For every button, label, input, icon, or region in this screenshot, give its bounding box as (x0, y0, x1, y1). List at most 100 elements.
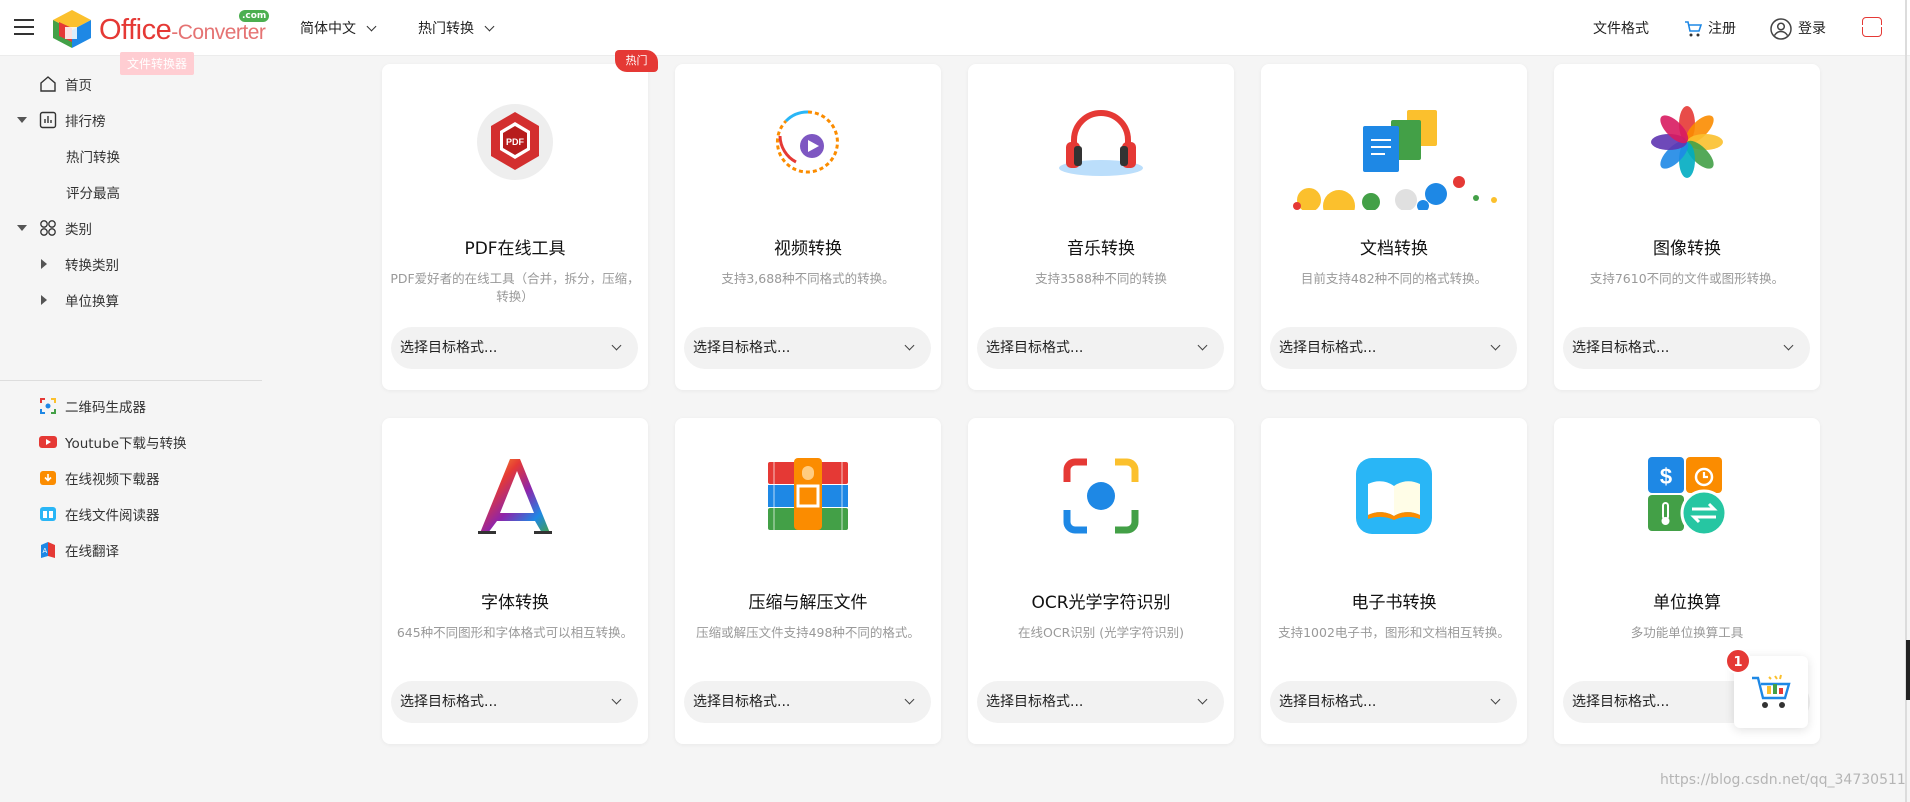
card-video[interactable]: 视频转换 支持3,688种不同格式的转换。 选择目标格式... (675, 64, 941, 390)
target-format-select[interactable]: 选择目标格式... (1563, 327, 1810, 369)
sidebar-item-home[interactable]: 首页 (39, 73, 92, 95)
popular-dropdown[interactable]: 热门转换 (418, 18, 495, 38)
select-label: 选择目标格式... (986, 694, 1084, 710)
sidebar-item-label: 在线视频下载器 (65, 472, 160, 488)
chevron-down-icon (1197, 340, 1208, 351)
qr-icon (40, 398, 56, 414)
login-link[interactable]: 登录 (1770, 18, 1826, 40)
register-link[interactable]: 注册 (1684, 18, 1736, 38)
cart-count-badge: 1 (1725, 648, 1751, 674)
select-label: 选择目标格式... (1572, 694, 1670, 710)
chevron-down-icon (484, 21, 495, 32)
site-logo[interactable]: Office-Converter .com (51, 6, 270, 50)
card-ebook[interactable]: 电子书转换 支持1002电子书，图形和文档相互转换。 选择目标格式... (1261, 418, 1527, 744)
documents-icon (1291, 86, 1499, 214)
svg-text:PDF: PDF (506, 137, 525, 147)
caret-down-icon (17, 117, 27, 123)
card-pdf[interactable]: PDF PDF在线工具 PDF爱好者的在线工具（合并，拆分，压缩，转换） 选择目… (382, 64, 648, 390)
target-format-select[interactable]: 选择目标格式... (1270, 327, 1517, 369)
svg-text:$: $ (1660, 464, 1672, 489)
video-download-icon (40, 471, 56, 485)
login-label: 登录 (1798, 21, 1826, 37)
chart-icon (39, 111, 57, 129)
caret-right-icon (41, 259, 47, 269)
card-title: 字体转换 (481, 593, 549, 613)
card-desc: 支持7610不同的文件或图形转换。 (1589, 271, 1785, 286)
sidebar-item-label: 单位换算 (65, 294, 119, 310)
card-image[interactable]: 图像转换 支持7610不同的文件或图形转换。 选择目标格式... (1554, 64, 1820, 390)
sidebar-item-label: Youtube下载与转换 (65, 436, 187, 452)
card-desc: 多功能单位换算工具 (1630, 625, 1744, 640)
sidebar-tool-video-downloader[interactable]: 在线视频下载器 (39, 467, 160, 489)
select-label: 选择目标格式... (1279, 340, 1377, 356)
user-icon (1770, 18, 1792, 40)
menu-icon[interactable] (14, 19, 34, 37)
chevron-down-icon (366, 21, 377, 32)
card-desc: 支持3,688种不同格式的转换。 (721, 271, 895, 286)
headphones-icon (1021, 84, 1181, 199)
card-desc: 645种不同图形和字体格式可以相互转换。 (396, 625, 634, 640)
logo-cube-icon (53, 10, 91, 48)
top-header: Office-Converter .com 文件转换器 简体中文 热门转换 文件… (0, 0, 1910, 75)
grid-icon (40, 220, 56, 236)
sidebar-tool-file-reader[interactable]: 在线文件阅读器 (39, 503, 160, 525)
expand-icon[interactable] (1860, 17, 1882, 37)
card-music[interactable]: 音乐转换 支持3588种不同的转换 选择目标格式... (968, 64, 1234, 390)
card-desc: 支持1002电子书，图形和文档相互转换。 (1278, 625, 1510, 640)
card-desc: 压缩或解压文件支持498种不同的格式。 (696, 625, 920, 640)
chevron-down-icon (611, 340, 622, 351)
chevron-down-icon (611, 694, 622, 705)
scrollbar-thumb[interactable] (1906, 640, 1910, 700)
card-desc: 在线OCR识别 (光学字符识别) (1018, 625, 1184, 640)
target-format-select[interactable]: 选择目标格式... (391, 327, 638, 369)
svg-text:A: A (43, 548, 48, 555)
card-archive[interactable]: 压缩与解压文件 压缩或解压文件支持498种不同的格式。 选择目标格式... (675, 418, 941, 744)
target-format-select[interactable]: 选择目标格式... (684, 327, 931, 369)
target-format-select[interactable]: 选择目标格式... (977, 681, 1224, 723)
archive-icon (728, 438, 888, 553)
card-title: 音乐转换 (1067, 239, 1135, 259)
sidebar-item-category[interactable]: 类别 (17, 217, 92, 239)
chevron-down-icon (1197, 694, 1208, 705)
sidebar-item-top-rated[interactable]: 评分最高 (66, 181, 120, 203)
sidebar-tool-translate[interactable]: A 在线翻译 (39, 539, 119, 561)
font-icon (435, 438, 595, 553)
logo-com-badge: .com (239, 10, 270, 22)
target-format-select[interactable]: 选择目标格式... (391, 681, 638, 723)
card-title: 电子书转换 (1351, 593, 1437, 613)
chevron-down-icon (904, 694, 915, 705)
pdf-icon: PDF (435, 84, 595, 199)
card-font[interactable]: 字体转换 645种不同图形和字体格式可以相互转换。 选择目标格式... (382, 418, 648, 744)
select-label: 选择目标格式... (400, 694, 498, 710)
card-desc: 支持3588种不同的转换 (1035, 271, 1167, 286)
sidebar-item-convert-category[interactable]: 转换类别 (41, 253, 119, 275)
sidebar-item-label: 排行榜 (65, 114, 106, 130)
photos-flower-icon (1607, 84, 1767, 199)
target-format-select[interactable]: 选择目标格式... (977, 327, 1224, 369)
file-formats-link[interactable]: 文件格式 (1593, 18, 1649, 38)
chevron-down-icon (904, 340, 915, 351)
select-label: 选择目标格式... (400, 340, 498, 356)
chevron-down-icon (1783, 340, 1794, 351)
file-reader-icon (40, 507, 56, 521)
select-label: 选择目标格式... (1279, 694, 1377, 710)
select-label: 选择目标格式... (693, 694, 791, 710)
card-title: 视频转换 (774, 239, 842, 259)
card-document[interactable]: 文档转换 目前支持482种不同的格式转换。 选择目标格式... (1261, 64, 1527, 390)
card-ocr[interactable]: OCR光学字符识别 在线OCR识别 (光学字符识别) 选择目标格式... (968, 418, 1234, 744)
target-format-select[interactable]: 选择目标格式... (684, 681, 931, 723)
sidebar-item-unit-convert[interactable]: 单位换算 (41, 289, 119, 311)
target-format-select[interactable]: 选择目标格式... (1270, 681, 1517, 723)
sidebar-tool-qr[interactable]: 二维码生成器 (39, 395, 146, 417)
language-dropdown[interactable]: 简体中文 (300, 18, 377, 38)
card-title: 图像转换 (1653, 239, 1721, 259)
ebook-icon (1314, 438, 1474, 553)
sidebar-item-hot[interactable]: 热门转换 (66, 145, 120, 167)
sidebar-item-label: 首页 (65, 78, 92, 94)
sidebar-item-ranking[interactable]: 排行榜 (17, 109, 106, 131)
card-title: OCR光学字符识别 (1031, 593, 1171, 613)
translate-icon: A (41, 542, 55, 558)
sidebar-tool-youtube[interactable]: Youtube下载与转换 (39, 431, 187, 453)
shopping-cart-icon (1752, 674, 1791, 708)
caret-down-icon (17, 225, 27, 231)
